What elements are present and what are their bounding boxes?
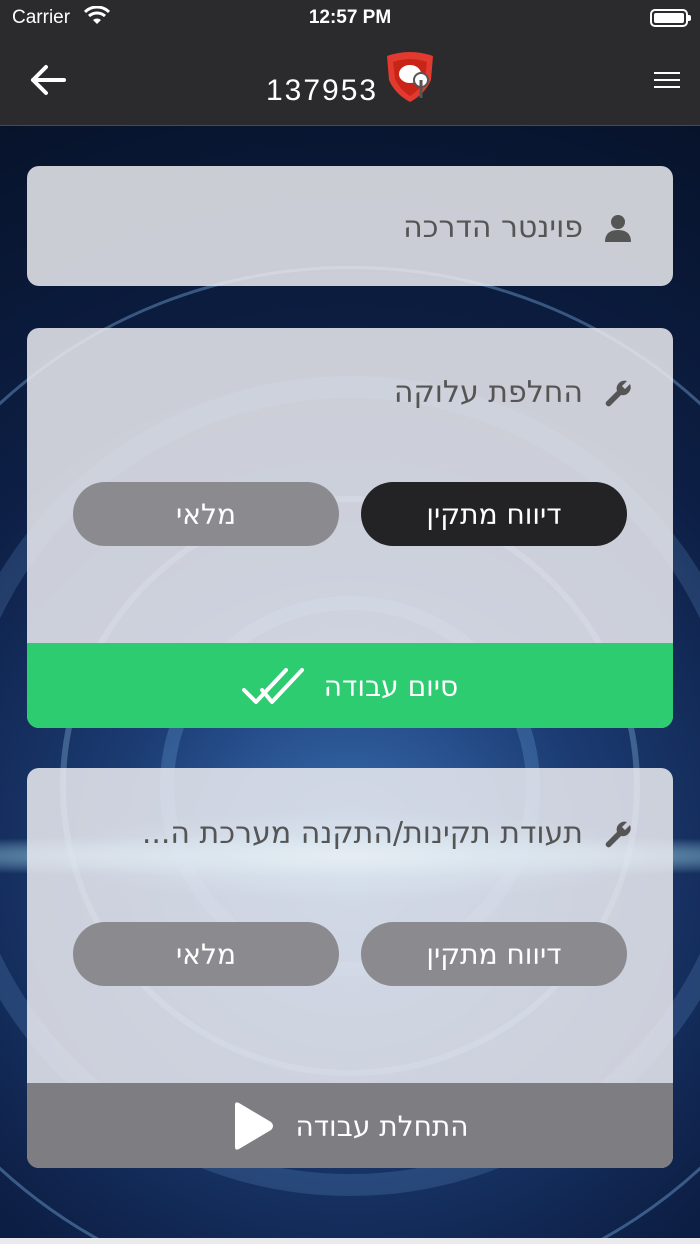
- button-label: מלאי: [176, 497, 236, 531]
- play-icon: [235, 1102, 274, 1150]
- card-title: פוינטר הדרכה: [403, 210, 583, 245]
- hamburger-menu-icon[interactable]: [654, 72, 680, 92]
- button-label: דיווח מתקין: [426, 497, 562, 531]
- arrow-left-icon[interactable]: [28, 62, 68, 98]
- start-work-button[interactable]: התחלת עבודה: [27, 1083, 673, 1168]
- inventory-button[interactable]: מלאי: [73, 482, 339, 546]
- wrench-icon: [605, 821, 631, 847]
- finish-work-button[interactable]: סיום עבודה: [27, 643, 673, 728]
- battery-icon: [650, 9, 691, 27]
- inventory-button[interactable]: מלאי: [73, 922, 339, 986]
- button-label: סיום עבודה: [323, 669, 459, 703]
- card-title: תעודת תקינות/התקנה מערכת ה...: [141, 816, 583, 851]
- card-task-2: תעודת תקינות/התקנה מערכת ה... דיווח מתקי…: [27, 768, 673, 1168]
- card-title: החלפת עלוקה: [393, 375, 583, 410]
- clock: 12:57 PM: [308, 7, 392, 28]
- button-label: מלאי: [176, 937, 236, 971]
- wrench-icon: [605, 380, 631, 406]
- nav-bar: 137953: [0, 36, 700, 126]
- installer-report-button[interactable]: דיווח מתקין: [361, 922, 627, 986]
- double-check-icon: [241, 668, 304, 704]
- user-icon: [605, 214, 631, 242]
- button-label: התחלת עבודה: [295, 1109, 469, 1143]
- shield-dog-logo: [387, 52, 433, 102]
- status-bar: Carrier 12:57 PM: [0, 0, 700, 36]
- page-title: 137953: [266, 74, 379, 107]
- bottom-strip: [0, 1238, 700, 1244]
- card-task-1: החלפת עלוקה דיווח מתקין מלאי סיום עבודה: [27, 328, 673, 728]
- button-label: דיווח מתקין: [426, 937, 562, 971]
- installer-report-button[interactable]: דיווח מתקין: [361, 482, 627, 546]
- card-user[interactable]: פוינטר הדרכה: [27, 166, 673, 286]
